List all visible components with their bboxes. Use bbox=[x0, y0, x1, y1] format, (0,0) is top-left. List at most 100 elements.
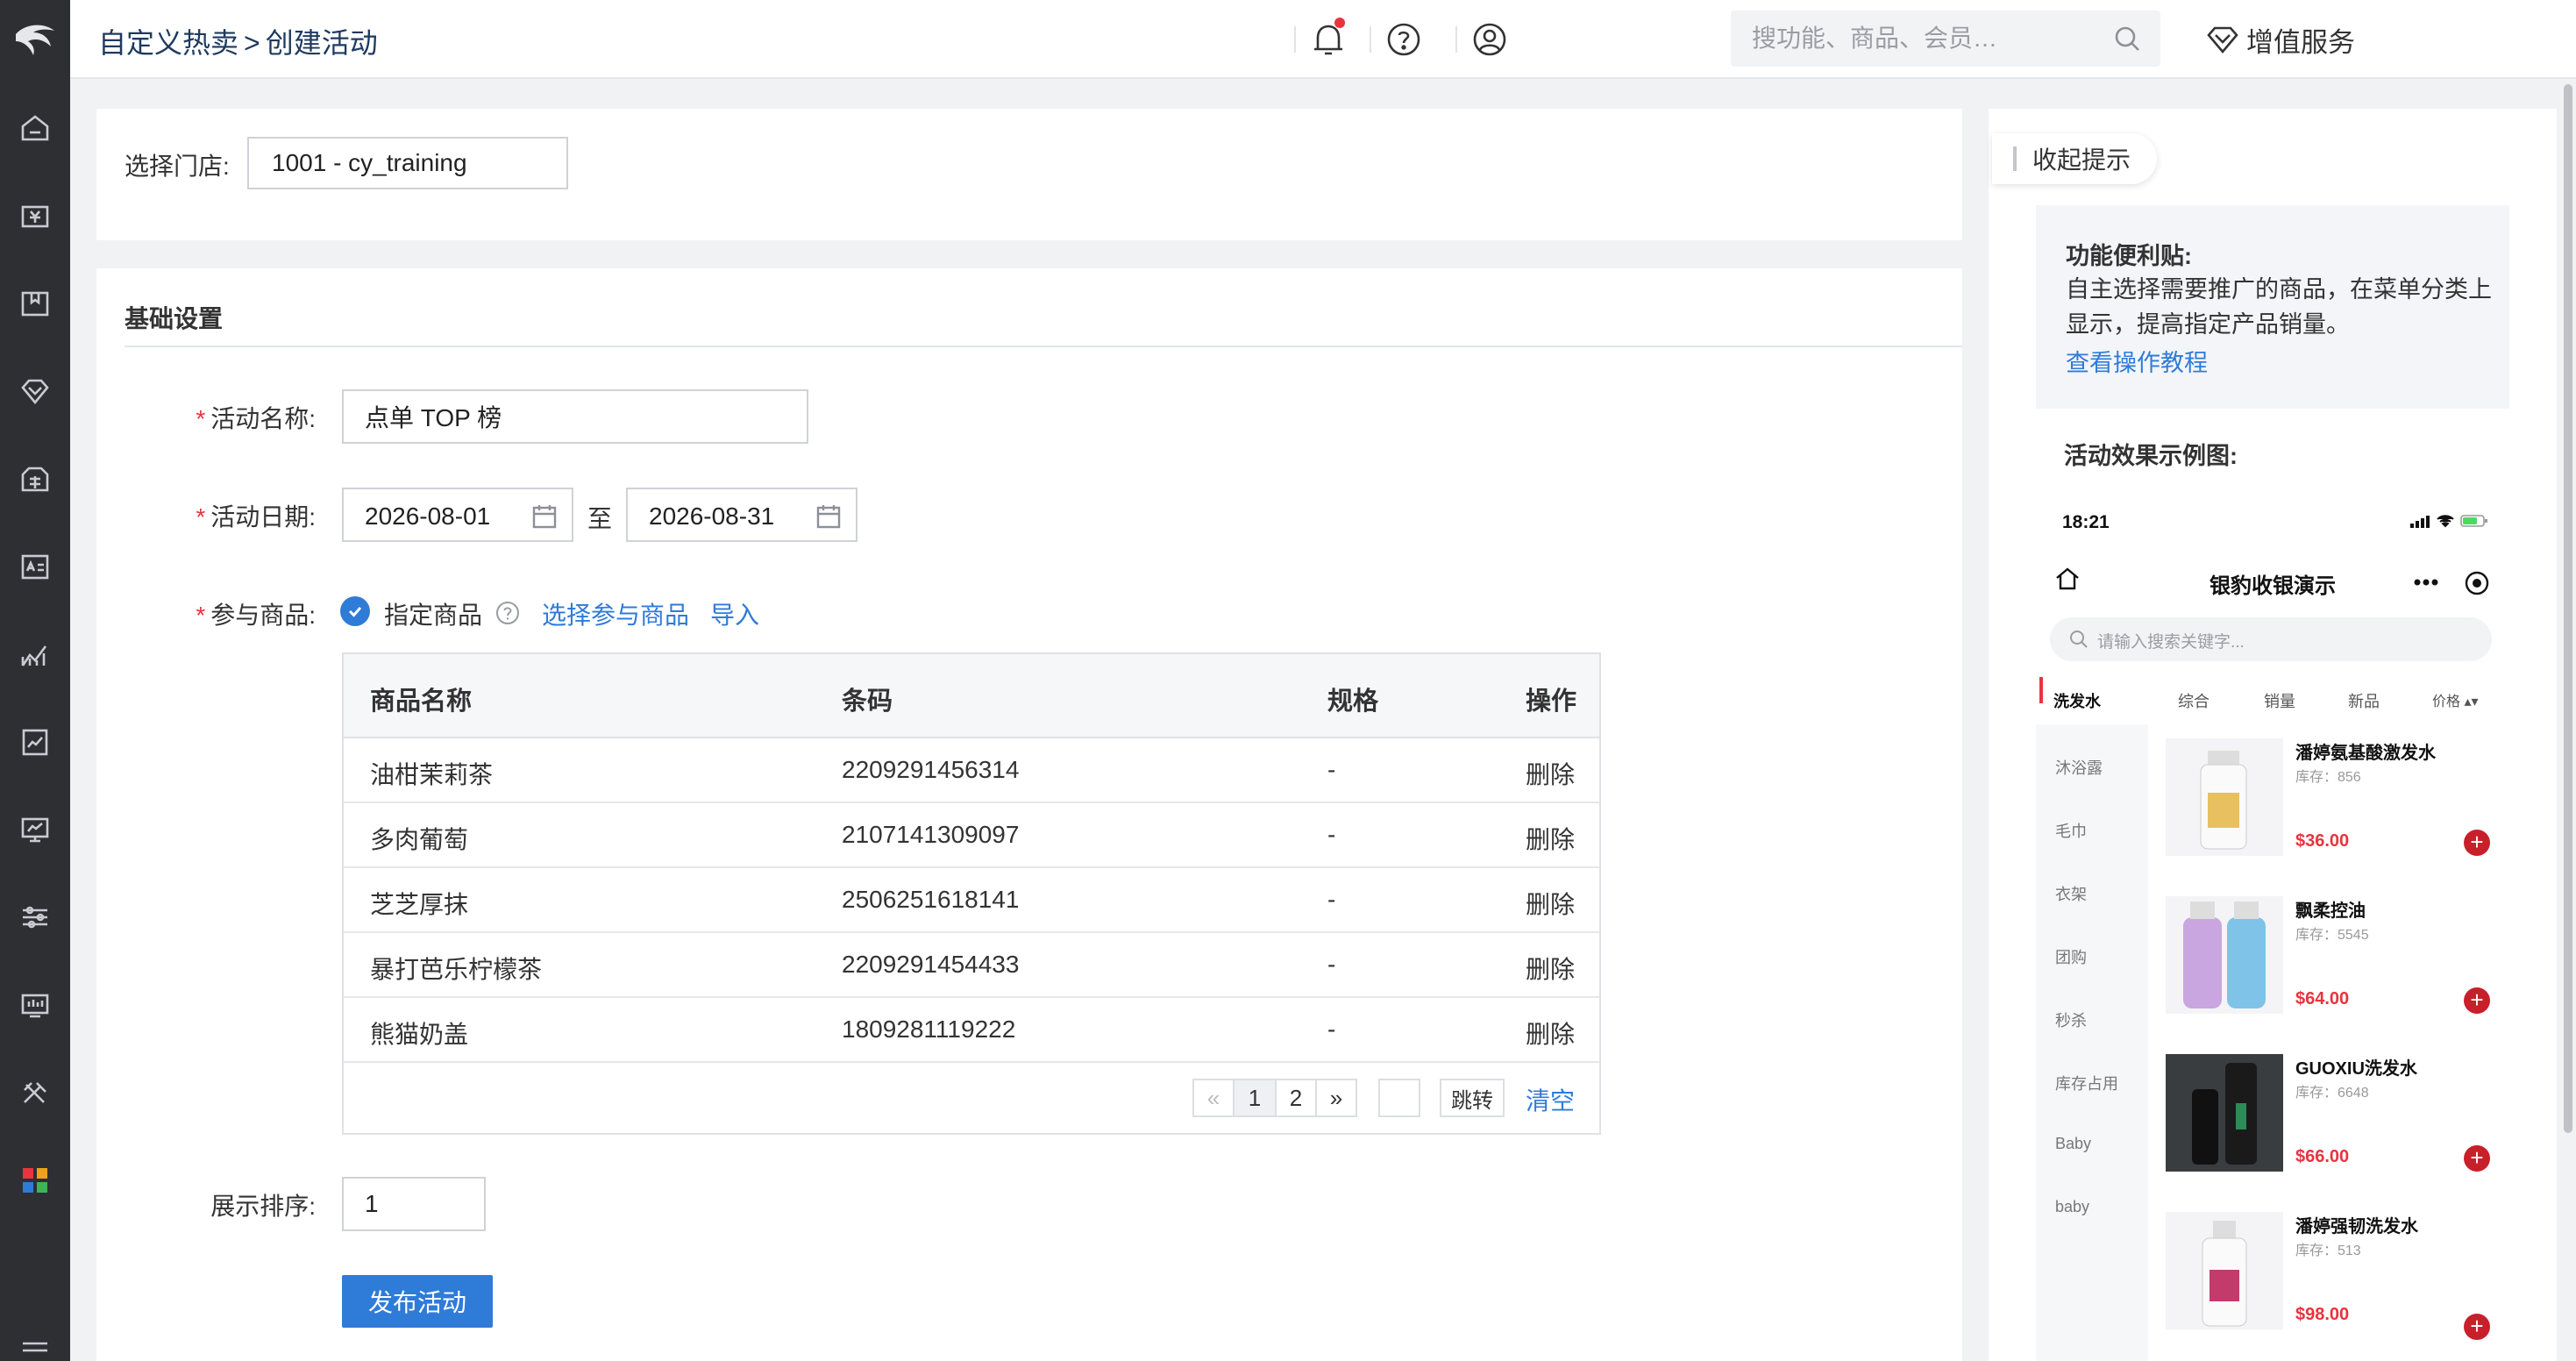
spec-cell: - bbox=[1327, 821, 1336, 848]
search-icon[interactable] bbox=[2113, 25, 2141, 53]
product-name: 潘婷氨基酸激发水 bbox=[2295, 744, 2436, 763]
goods-label-text: 参与商品: bbox=[210, 602, 316, 629]
product-stock: 库存：856 bbox=[2295, 770, 2361, 785]
analysis-nav-icon[interactable] bbox=[0, 716, 70, 768]
page-2-button[interactable]: 2 bbox=[1275, 1079, 1317, 1117]
signal-icon bbox=[2410, 516, 2430, 528]
phone-category: baby bbox=[2055, 1198, 2090, 1215]
home-nav-icon[interactable] bbox=[0, 102, 70, 154]
required-mark: * bbox=[196, 602, 206, 629]
member-nav-icon[interactable] bbox=[0, 365, 70, 417]
target-icon bbox=[2465, 571, 2489, 595]
next-page-button[interactable]: » bbox=[1315, 1079, 1357, 1117]
goods-name-cell: 油柑茉莉茶 bbox=[370, 761, 494, 788]
product-stock: 库存：513 bbox=[2295, 1243, 2361, 1258]
phone-tab: 洗发水 bbox=[2053, 693, 2101, 710]
phone-search-bar: 请输入搜索关键字... bbox=[2050, 617, 2492, 661]
topbar-divider bbox=[1455, 26, 1457, 53]
select-goods-link[interactable]: 选择参与商品 bbox=[542, 596, 689, 631]
activity-name-input[interactable] bbox=[342, 389, 808, 444]
example-title: 活动效果示例图: bbox=[2064, 443, 2238, 469]
goods-nav-icon[interactable] bbox=[0, 277, 70, 330]
page-scrollbar[interactable] bbox=[2564, 84, 2572, 1133]
report-nav-icon[interactable] bbox=[0, 628, 70, 680]
phone-tab: 综合 bbox=[2178, 693, 2210, 710]
example-phone-preview: 18:21 银豹收银演示 请输入搜索关键字... 洗发水 综合 销量 新品 价格… bbox=[2036, 486, 2509, 1361]
apps-nav-icon[interactable] bbox=[0, 1154, 70, 1207]
collapse-tips-button[interactable]: 收起提示 bbox=[1992, 133, 2158, 184]
goods-table: 商品名称 条码 规格 操作 油柑茉莉茶 2209291456314 - 删除 多… bbox=[342, 652, 1601, 1135]
start-date-picker[interactable]: 2026-08-01 bbox=[342, 488, 573, 542]
phone-tab: 销量 bbox=[2264, 693, 2295, 710]
store-select[interactable] bbox=[247, 137, 568, 189]
breadcrumb-parent[interactable]: 自定义热卖 bbox=[98, 27, 238, 59]
global-search bbox=[1731, 11, 2160, 67]
product-name: 飘柔控油 bbox=[2295, 901, 2366, 921]
end-date-picker[interactable]: 2026-08-31 bbox=[626, 488, 857, 542]
jump-page-input[interactable] bbox=[1378, 1079, 1420, 1117]
product-stock: 库存：5545 bbox=[2295, 928, 2369, 943]
store-select-card: 选择门店: bbox=[96, 109, 1962, 240]
jump-button[interactable]: 跳转 bbox=[1440, 1079, 1505, 1117]
product-image bbox=[2166, 1212, 2283, 1329]
notification-button[interactable] bbox=[1308, 18, 1348, 60]
goods-name-cell: 暴打芭乐柠檬茶 bbox=[370, 956, 543, 983]
app-logo[interactable] bbox=[0, 0, 70, 79]
tips-panel: 收起提示 功能便利贴: 自主选择需要推广的商品，在菜单分类上显示，提高指定产品销… bbox=[1989, 109, 2557, 1361]
phone-time: 18:21 bbox=[2062, 512, 2110, 532]
wifi-icon bbox=[2437, 515, 2454, 528]
product-image bbox=[2166, 896, 2283, 1014]
activity-date-label: * 活动日期: bbox=[96, 498, 316, 533]
breadcrumb-separator: > bbox=[244, 27, 260, 59]
page-1-button[interactable]: 1 bbox=[1233, 1079, 1277, 1117]
phone-category: 团购 bbox=[2055, 949, 2087, 966]
phone-category: Baby bbox=[2055, 1135, 2092, 1152]
settings-nav-icon[interactable] bbox=[0, 891, 70, 944]
table-row: 芝芝厚抹 2506251618141 - 删除 bbox=[344, 868, 1599, 933]
phone-tab: 新品 bbox=[2348, 693, 2380, 710]
clear-link[interactable]: 清空 bbox=[1526, 1082, 1575, 1117]
delete-link[interactable]: 删除 bbox=[1526, 756, 1575, 791]
more-nav-icon[interactable] bbox=[0, 1324, 70, 1361]
product-name: GUOXIU洗发水 bbox=[2295, 1059, 2417, 1079]
import-link[interactable]: 导入 bbox=[710, 596, 759, 631]
product-price: $98.00 bbox=[2295, 1305, 2350, 1324]
specified-goods-radio[interactable] bbox=[340, 596, 370, 626]
check-icon bbox=[348, 607, 362, 617]
spec-cell: - bbox=[1327, 756, 1336, 783]
barcode-cell: 2506251618141 bbox=[842, 886, 1020, 913]
user-icon bbox=[1473, 23, 1506, 56]
spec-cell: - bbox=[1327, 886, 1336, 913]
help-button[interactable] bbox=[1384, 19, 1424, 60]
display-sort-input[interactable] bbox=[342, 1177, 486, 1231]
marketing-nav-icon[interactable] bbox=[0, 452, 70, 505]
device-nav-icon[interactable] bbox=[0, 979, 70, 1031]
activity-name-label: * 活动名称: bbox=[96, 400, 316, 435]
delete-link[interactable]: 删除 bbox=[1526, 951, 1575, 986]
publish-button[interactable]: 发布活动 bbox=[342, 1275, 493, 1328]
value-added-services-button[interactable]: 增值服务 bbox=[2206, 19, 2355, 60]
date-to-label: 至 bbox=[587, 505, 613, 532]
barcode-cell: 2107141309097 bbox=[842, 821, 1020, 848]
help-circle-icon[interactable] bbox=[495, 600, 521, 626]
search-input[interactable] bbox=[1731, 11, 2099, 67]
product-price: $66.00 bbox=[2295, 1147, 2350, 1166]
phone-category: 毛巾 bbox=[2055, 823, 2087, 840]
add-to-cart-icon: + bbox=[2464, 1145, 2490, 1172]
user-account-button[interactable] bbox=[1469, 19, 1510, 60]
prev-page-button[interactable]: « bbox=[1192, 1079, 1235, 1117]
tutorial-link[interactable]: 查看操作教程 bbox=[2066, 344, 2208, 378]
value-added-services-label: 增值服务 bbox=[2246, 26, 2355, 58]
delete-link[interactable]: 删除 bbox=[1526, 886, 1575, 921]
phone-category: 衣架 bbox=[2055, 886, 2087, 903]
cashier-nav-icon[interactable] bbox=[0, 189, 70, 242]
side-nav bbox=[0, 0, 70, 1361]
tools-nav-icon[interactable] bbox=[0, 1066, 70, 1119]
add-to-cart-icon: + bbox=[2464, 987, 2490, 1014]
phone-category-list: 沐浴露 毛巾 衣架 团购 秒杀 库存占用 Baby baby bbox=[2036, 724, 2148, 1361]
delete-link[interactable]: 删除 bbox=[1526, 821, 1575, 856]
delete-link[interactable]: 删除 bbox=[1526, 1015, 1575, 1051]
monitor-nav-icon[interactable] bbox=[0, 803, 70, 856]
column-header-name: 商品名称 bbox=[370, 688, 473, 716]
staff-nav-icon[interactable] bbox=[0, 540, 70, 593]
